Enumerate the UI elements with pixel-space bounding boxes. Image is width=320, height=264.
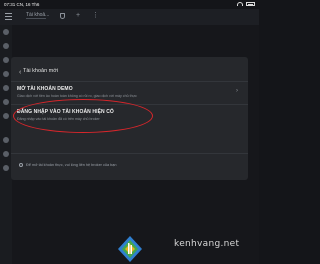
chart-icon[interactable] (3, 43, 9, 49)
metatrader-logo-icon (118, 236, 142, 262)
new-account-dialog: ‹ Tài khoản mới MỞ TÀI KHOẢN DEMO Giao d… (11, 57, 248, 180)
option-description: Giao dịch với tiền ảo hoàn toàn không có… (17, 94, 137, 98)
history-icon[interactable] (3, 71, 9, 77)
back-arrow-icon[interactable]: ‹ (19, 69, 21, 76)
journal-icon[interactable] (3, 151, 9, 157)
menu-icon[interactable] (5, 13, 12, 20)
open-demo-account-option[interactable]: MỞ TÀI KHOẢN DEMO Giao dịch với tiền ảo … (11, 82, 248, 103)
grid-icon[interactable]: ⋮ (92, 12, 99, 19)
dialog-title: Tài khoản mới (23, 68, 59, 74)
plus-icon[interactable]: + (76, 12, 83, 19)
shield-icon[interactable] (60, 13, 65, 19)
about-icon[interactable] (3, 165, 9, 171)
status-time: 07:31 CN, 16 Th6 (4, 2, 40, 7)
battery-icon (246, 2, 255, 6)
trade-icon[interactable] (3, 57, 9, 63)
calendar-icon[interactable] (3, 113, 9, 119)
status-icons (237, 2, 255, 6)
quotes-icon[interactable] (3, 29, 9, 35)
highlight-ring (13, 99, 153, 133)
divider (11, 153, 248, 154)
info-icon (19, 163, 23, 167)
account-subline (26, 18, 46, 19)
mail-icon[interactable] (3, 99, 9, 105)
wifi-icon (237, 2, 243, 6)
watermark-text: kenhvang.net (174, 239, 240, 249)
real-account-note: Để mở tài khoản thực, vui lòng liên hệ b… (19, 163, 117, 167)
settings-icon[interactable] (3, 137, 9, 143)
news-icon[interactable] (3, 85, 9, 91)
app-bar: Tài khoả... + ⋮ (0, 9, 259, 25)
option-title: MỞ TÀI KHOẢN DEMO (17, 86, 73, 92)
status-bar: 07:31 CN, 16 Th6 (0, 0, 259, 9)
chevron-right-icon: › (236, 88, 238, 94)
note-text: Để mở tài khoản thực, vui lòng liên hệ b… (26, 163, 117, 167)
